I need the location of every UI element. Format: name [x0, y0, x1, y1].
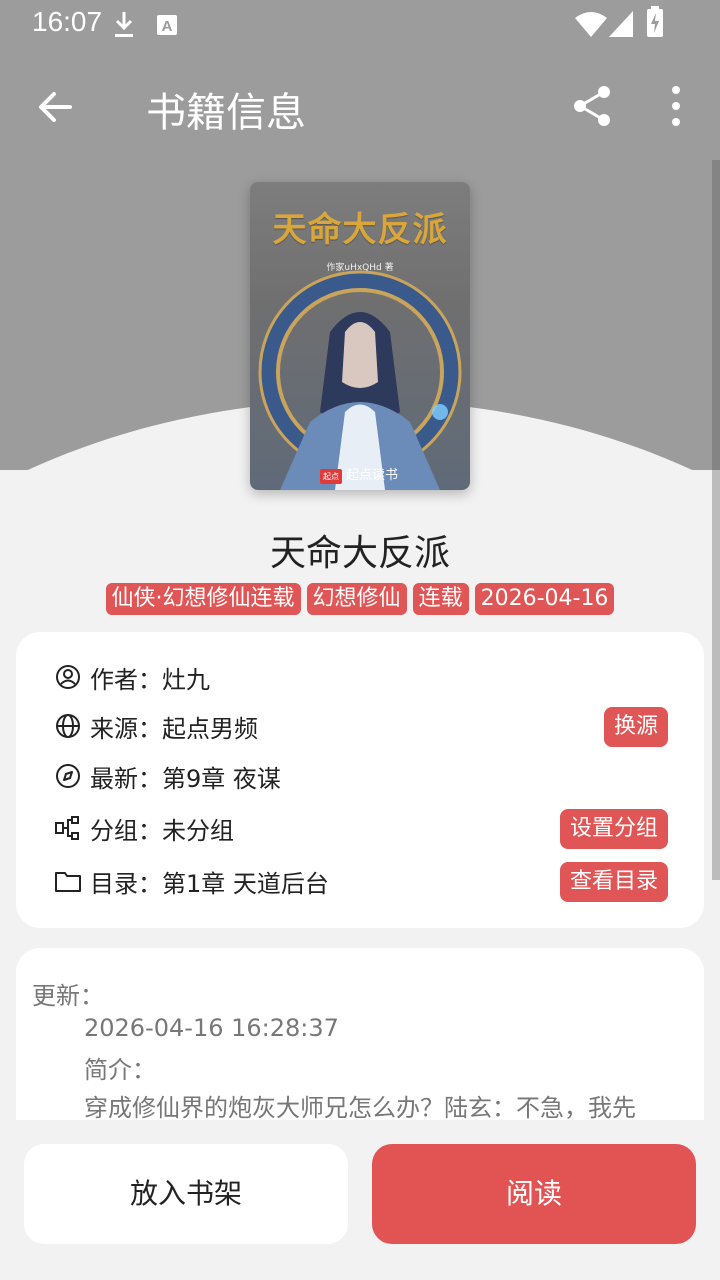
- tag-category: 仙侠·幻想修仙连载: [105, 583, 301, 615]
- group-value: 未分组: [162, 816, 234, 845]
- change-source-button[interactable]: 换源: [603, 707, 668, 747]
- author-value: 灶九: [162, 665, 210, 694]
- latest-row: 最新： 第9章 夜谋: [54, 756, 281, 796]
- tag-list: 仙侠·幻想修仙连载 幻想修仙 连载 2026-04-16: [0, 583, 720, 615]
- author-row[interactable]: 作者： 灶九: [54, 657, 210, 697]
- source-row: 来源： 起点男频: [54, 706, 258, 746]
- more-vert-icon[interactable]: [656, 82, 696, 130]
- bottom-action-bar: 放入书架 阅读: [0, 1120, 720, 1280]
- summary-text: 穿成修仙界的炮灰大师兄怎么办？陆玄：不急，我先: [84, 1094, 636, 1122]
- cover-brand: 起点 起点读书: [320, 464, 398, 484]
- status-time: 16:07: [32, 6, 103, 37]
- toc-label: 目录：: [90, 869, 162, 898]
- latest-label: 最新：: [90, 764, 162, 793]
- add-to-shelf-button[interactable]: 放入书架: [24, 1144, 348, 1244]
- scrollbar[interactable]: [712, 160, 720, 880]
- summary-label: 简介：: [84, 1056, 156, 1084]
- download-icon: [115, 12, 133, 37]
- page-title: 书籍信息: [146, 90, 306, 136]
- source-value: 起点男频: [162, 714, 258, 743]
- cover-brand-text: 起点读书: [346, 468, 399, 483]
- cover-author: 作家uHxQHd 著: [326, 263, 394, 273]
- tag-date: 2026-04-16: [474, 583, 615, 615]
- person-icon: [56, 665, 80, 689]
- view-toc-button[interactable]: 查看目录: [559, 862, 668, 902]
- cover-brand-badge: 起点: [320, 469, 342, 484]
- set-group-button[interactable]: 设置分组: [559, 809, 668, 849]
- cover-title: 天命大反派: [272, 210, 448, 250]
- tag-status: 连载: [412, 583, 469, 615]
- book-info-card: 作者： 灶九 来源： 起点男频 换源 最新： 第9章 夜谋 分组： 未分组 设置…: [16, 632, 704, 928]
- text-a-icon: A: [157, 15, 177, 35]
- back-arrow-icon[interactable]: [30, 82, 80, 132]
- author-label: 作者：: [90, 665, 162, 694]
- latest-value: 第9章 夜谋: [162, 764, 281, 793]
- source-label: 来源：: [90, 714, 162, 743]
- read-button[interactable]: 阅读: [372, 1144, 696, 1244]
- toc-row[interactable]: 目录： 第1章 天道后台: [54, 861, 329, 901]
- group-tree-icon: [55, 816, 79, 840]
- update-label: 更新：: [32, 982, 104, 1010]
- intro-card: 更新： 2026-04-16 16:28:37 简介： 穿成修仙界的炮灰大师兄怎…: [16, 948, 704, 1148]
- toc-value: 第1章 天道后台: [162, 869, 329, 898]
- tag-genre: 幻想修仙: [306, 583, 407, 615]
- svg-text:A: A: [162, 18, 173, 35]
- update-time: 2026-04-16 16:28:37: [84, 1014, 339, 1042]
- book-cover[interactable]: 天命大反派 作家uHxQHd 著 起点 起点读书: [250, 182, 470, 490]
- app-bar: 书籍信息: [0, 60, 720, 150]
- battery-charging-icon: [647, 6, 663, 37]
- share-icon[interactable]: [568, 82, 616, 130]
- status-bar: 16:07 A: [0, 0, 720, 48]
- wifi-icon: [575, 12, 607, 37]
- book-title: 天命大反派: [269, 533, 450, 574]
- globe-icon: [56, 714, 80, 738]
- signal-icon: [609, 11, 633, 37]
- group-row: 分组： 未分组: [54, 808, 234, 848]
- folder-icon: [55, 872, 81, 892]
- compass-icon: [56, 764, 80, 788]
- group-label: 分组：: [90, 816, 162, 845]
